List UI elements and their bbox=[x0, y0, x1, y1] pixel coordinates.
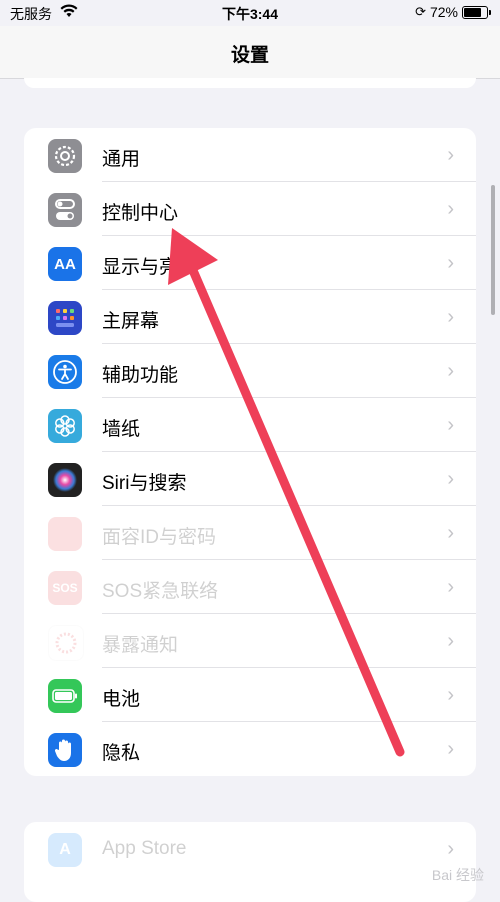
accessibility-icon bbox=[48, 355, 82, 389]
settings-row-label: Siri与搜索 bbox=[102, 473, 187, 494]
settings-row-app-store[interactable]: A App Store › bbox=[24, 822, 476, 876]
chevron-right-icon: › bbox=[447, 684, 454, 706]
settings-row-label: 墙纸 bbox=[102, 419, 141, 440]
settings-row-privacy[interactable]: 隐私 › bbox=[24, 722, 476, 776]
chevron-right-icon: › bbox=[447, 838, 454, 860]
settings-row-label: 通用 bbox=[102, 149, 141, 170]
settings-row-emergency-sos[interactable]: SOS SOS紧急联络 › bbox=[24, 560, 476, 614]
status-right: ⟳ 72% bbox=[415, 4, 491, 20]
chevron-right-icon: › bbox=[447, 252, 454, 274]
siri-icon bbox=[48, 463, 82, 497]
chevron-right-icon: › bbox=[447, 576, 454, 598]
scrollbar[interactable] bbox=[491, 185, 495, 315]
chevron-right-icon: › bbox=[447, 468, 454, 490]
navigation-bar: 设置 bbox=[0, 26, 500, 79]
gear-icon bbox=[48, 139, 82, 173]
settings-row-siri-search[interactable]: Siri与搜索 › bbox=[24, 452, 476, 506]
text-size-icon: AA bbox=[48, 247, 82, 281]
chevron-right-icon: › bbox=[447, 144, 454, 166]
battery-percent: 72% bbox=[429, 4, 458, 20]
chevron-right-icon: › bbox=[447, 306, 454, 328]
settings-row-label: 主屏幕 bbox=[102, 311, 160, 332]
exposure-icon bbox=[48, 625, 84, 661]
settings-row-exposure-notifications[interactable]: 暴露通知 › bbox=[24, 614, 476, 668]
chevron-right-icon: › bbox=[447, 738, 454, 760]
settings-row-display-brightness[interactable]: AA 显示与亮度 › bbox=[24, 236, 476, 290]
page-title: 设置 bbox=[230, 45, 269, 66]
settings-row-control-center[interactable]: 控制中心 › bbox=[24, 182, 476, 236]
settings-row-label: 暴露通知 bbox=[102, 635, 179, 656]
settings-row-label: 电池 bbox=[102, 689, 141, 710]
toggle-icon bbox=[48, 193, 82, 227]
app-store-icon: A bbox=[48, 833, 82, 867]
settings-row-label: SOS紧急联络 bbox=[102, 581, 219, 602]
chevron-right-icon: › bbox=[447, 198, 454, 220]
settings-row-accessibility[interactable]: 辅助功能 › bbox=[24, 344, 476, 398]
settings-group-main: 通用 › 控制中心 › AA 显示与亮度 › 主屏幕 › 辅助功能 › 墙纸 ›… bbox=[24, 128, 476, 776]
sos-icon: SOS bbox=[48, 571, 82, 605]
settings-row-label: 辅助功能 bbox=[102, 365, 179, 386]
status-bar: 无服务 下午3:44 ⟳ 72% bbox=[0, 0, 500, 26]
settings-row-faceid-passcode[interactable]: 面容ID与密码 › bbox=[24, 506, 476, 560]
settings-row-label: App Store bbox=[102, 838, 187, 859]
previous-group-edge bbox=[24, 78, 476, 88]
app-grid-icon bbox=[48, 301, 82, 335]
settings-row-wallpaper[interactable]: 墙纸 › bbox=[24, 398, 476, 452]
chevron-right-icon: › bbox=[447, 522, 454, 544]
settings-group-store: A App Store › bbox=[24, 822, 476, 902]
settings-row-label: 控制中心 bbox=[102, 203, 179, 224]
orientation-lock-icon: ⟳ bbox=[415, 4, 426, 19]
chevron-right-icon: › bbox=[447, 360, 454, 382]
settings-row-label: 显示与亮度 bbox=[102, 257, 198, 278]
settings-row-general[interactable]: 通用 › bbox=[24, 128, 476, 182]
hand-icon bbox=[48, 733, 82, 767]
settings-row-label: 隐私 bbox=[102, 743, 141, 764]
chevron-right-icon: › bbox=[447, 414, 454, 436]
flower-icon bbox=[48, 409, 82, 443]
settings-row-home-screen[interactable]: 主屏幕 › bbox=[24, 290, 476, 344]
battery-icon bbox=[48, 679, 82, 713]
settings-row-battery[interactable]: 电池 › bbox=[24, 668, 476, 722]
battery-indicator-icon bbox=[462, 5, 491, 19]
settings-row-label: 面容ID与密码 bbox=[102, 527, 217, 548]
chevron-right-icon: › bbox=[447, 630, 454, 652]
faceid-icon bbox=[48, 517, 82, 551]
watermark: Bai 经验 bbox=[431, 867, 484, 883]
